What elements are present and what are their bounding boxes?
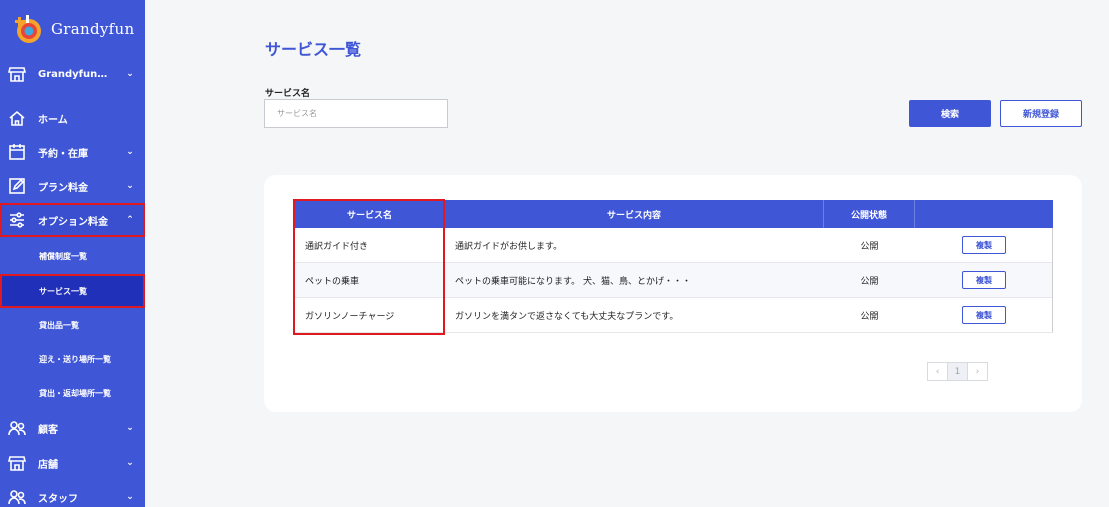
service-name-cell: ガソリンノーチャージ <box>305 311 395 322</box>
sidebar-subitem-label: 補償制度一覧 <box>39 251 87 261</box>
sliders-icon <box>7 210 27 230</box>
duplicate-button[interactable]: 複製 <box>962 306 1006 324</box>
sidebar-subitem-label: 貸出品一覧 <box>39 320 79 330</box>
sidebar-item-label: ホーム <box>38 114 68 126</box>
store-selector[interactable]: Grandyfun… ⌄ <box>0 57 145 91</box>
page-number-button[interactable]: 1 <box>947 362 968 381</box>
sidebar-item-option-pricing[interactable]: オプション料金 ⌃ <box>0 203 145 237</box>
duplicate-button[interactable]: 複製 <box>962 236 1006 254</box>
column-header-service-name: サービス名 <box>295 200 445 228</box>
services-table: サービス名 サービス内容 公開状態 通訳ガイド付き 通訳ガイドがお供します。 公… <box>295 200 1053 333</box>
users-icon <box>7 418 27 438</box>
next-page-button[interactable]: › <box>967 362 988 381</box>
new-registration-button[interactable]: 新規登録 <box>1000 100 1082 127</box>
sidebar-item-customers[interactable]: 顧客 ⌄ <box>0 411 145 445</box>
store-selector-label: Grandyfun… <box>38 68 108 80</box>
service-description-cell: ガソリンを満タンで返さなくても大丈夫なプランです。 <box>455 311 679 322</box>
chevron-down-icon: ⌄ <box>126 69 134 79</box>
chevron-down-icon: ⌄ <box>126 181 134 191</box>
service-name-input[interactable] <box>264 99 448 128</box>
column-header-actions <box>915 200 1053 228</box>
home-icon <box>7 108 27 128</box>
column-header-service-content: サービス内容 <box>445 200 824 228</box>
action-cell: 複製 <box>915 228 1053 262</box>
sidebar-item-label: 顧客 <box>38 424 58 436</box>
status-cell: 公開 <box>860 311 879 322</box>
chevron-down-icon: ⌄ <box>126 423 134 433</box>
sidebar-item-label: 店舗 <box>38 459 58 471</box>
calendar-icon <box>7 142 27 162</box>
page-title: サービス一覧 <box>265 40 362 59</box>
sidebar-item-stores[interactable]: 店舗 ⌄ <box>0 446 145 480</box>
staff-icon <box>7 487 27 507</box>
duplicate-button[interactable]: 複製 <box>962 271 1006 289</box>
sidebar-item-label: スタッフ <box>38 493 78 505</box>
search-button[interactable]: 検索 <box>909 100 991 127</box>
sidebar-subitem-label: 迎え・送り場所一覧 <box>39 354 111 364</box>
sidebar-subitem-services[interactable]: サービス一覧 <box>0 274 145 308</box>
sidebar: Grandyfun Grandyfun… ⌄ ホーム 予約・在庫 ⌄ プラン料金… <box>0 0 145 507</box>
status-cell: 公開 <box>860 276 879 287</box>
service-name-label: サービス名 <box>265 89 311 99</box>
sidebar-subitem-rental-locations[interactable]: 貸出・返却場所一覧 <box>0 376 145 410</box>
sidebar-item-staff[interactable]: スタッフ ⌄ <box>0 480 145 507</box>
store-icon <box>7 64 27 84</box>
service-description-cell: 通訳ガイドがお供します。 <box>455 241 563 252</box>
sidebar-item-label: 予約・在庫 <box>38 148 88 160</box>
column-header-publish-status: 公開状態 <box>824 200 915 228</box>
store-icon <box>7 453 27 473</box>
action-cell: 複製 <box>915 298 1053 332</box>
sidebar-item-label: オプション料金 <box>38 216 108 228</box>
table-header: サービス名 サービス内容 公開状態 <box>295 200 1053 228</box>
chevron-down-icon: ⌄ <box>126 458 134 468</box>
service-name-cell: 通訳ガイド付き <box>305 241 369 252</box>
service-name-cell: ペットの乗車 <box>305 276 360 287</box>
logo-icon <box>12 13 44 45</box>
sidebar-subitem-insurance[interactable]: 補償制度一覧 <box>0 239 145 273</box>
prev-page-button[interactable]: ‹ <box>927 362 948 381</box>
sidebar-subitem-rental-items[interactable]: 貸出品一覧 <box>0 308 145 342</box>
action-cell: 複製 <box>915 263 1053 297</box>
chevron-down-icon: ⌄ <box>126 492 134 502</box>
edit-icon <box>7 176 27 196</box>
table-row[interactable]: ペットの乗車 ペットの乗車可能になります。 犬、猫、鳥、とかげ・・・ 公開 複製 <box>295 263 1053 298</box>
sidebar-subitem-label: サービス一覧 <box>39 286 87 296</box>
sidebar-subitem-pickup-locations[interactable]: 迎え・送り場所一覧 <box>0 342 145 376</box>
sidebar-item-home[interactable]: ホーム <box>0 101 145 135</box>
table-row[interactable]: ガソリンノーチャージ ガソリンを満タンで返さなくても大丈夫なプランです。 公開 … <box>295 298 1053 333</box>
chevron-up-icon: ⌃ <box>126 215 134 225</box>
sidebar-item-plan-pricing[interactable]: プラン料金 ⌄ <box>0 169 145 203</box>
sidebar-item-reservations[interactable]: 予約・在庫 ⌄ <box>0 135 145 169</box>
table-scroll-edge <box>1052 228 1053 332</box>
chevron-down-icon: ⌄ <box>126 147 134 157</box>
sidebar-subitem-label: 貸出・返却場所一覧 <box>39 388 111 398</box>
app-logo[interactable]: Grandyfun <box>12 12 134 46</box>
service-description-cell: ペットの乗車可能になります。 犬、猫、鳥、とかげ・・・ <box>455 276 691 287</box>
pagination: ‹ 1 › <box>927 362 988 381</box>
table-row[interactable]: 通訳ガイド付き 通訳ガイドがお供します。 公開 複製 <box>295 228 1053 263</box>
status-cell: 公開 <box>860 241 879 252</box>
sidebar-item-label: プラン料金 <box>38 182 88 194</box>
app-name: Grandyfun <box>51 20 135 38</box>
